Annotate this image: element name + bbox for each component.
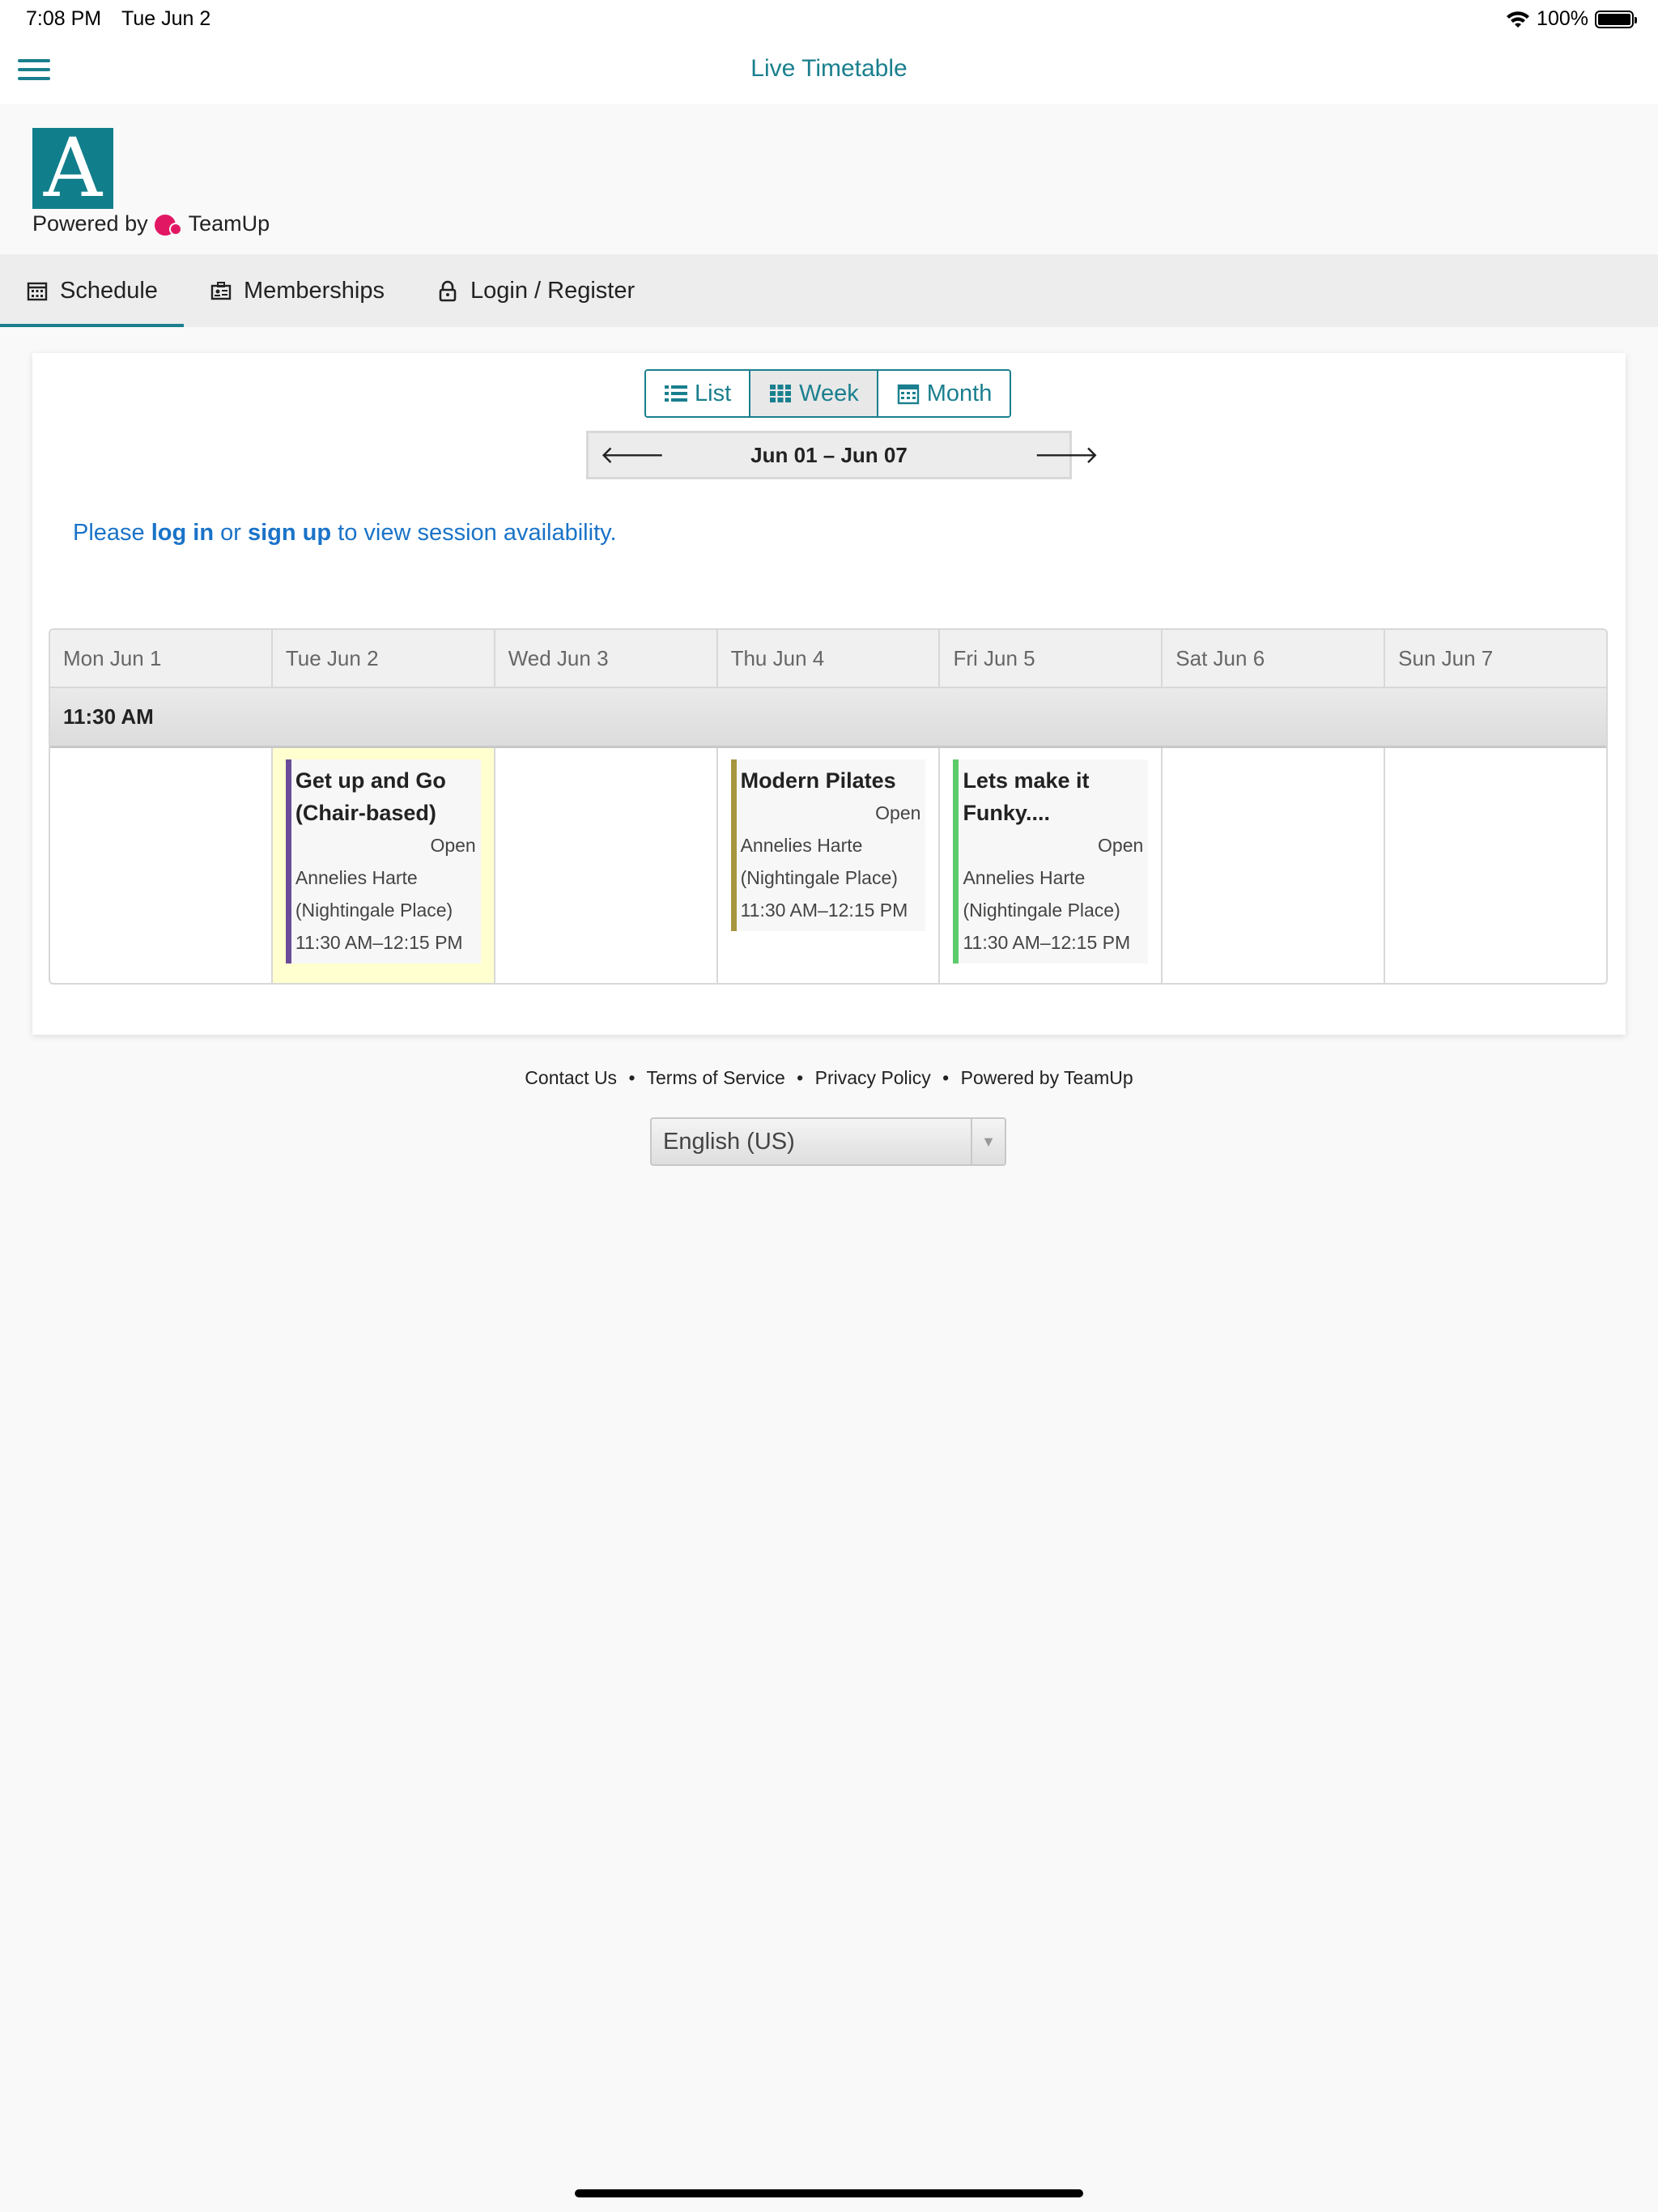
time-slot-row: Get up and Go (Chair-based) Open Annelie… xyxy=(50,748,1606,983)
status-date: Tue Jun 2 xyxy=(121,7,211,30)
session-card[interactable]: Modern Pilates Open Annelies Harte (Nigh… xyxy=(730,759,926,931)
view-switcher: List Week Month xyxy=(644,369,1012,418)
slot-wed xyxy=(495,748,718,983)
arrow-left-icon[interactable]: 🡐 xyxy=(600,440,665,470)
week-grid: Mon Jun 1 Tue Jun 2 Wed Jun 3 Thu Jun 4 … xyxy=(49,628,1608,985)
language-select-value: English (US) xyxy=(663,1128,795,1155)
brand-header: A Powered by TeamUp xyxy=(0,104,1658,254)
login-notice: Please log in or sign up to view session… xyxy=(73,520,617,547)
tab-schedule-label: Schedule xyxy=(60,277,158,304)
page-title: Live Timetable xyxy=(750,55,908,82)
status-time: 7:08 PM xyxy=(26,7,102,30)
day-header: Thu Jun 4 xyxy=(718,630,941,687)
session-card[interactable]: Get up and Go (Chair-based) Open Annelie… xyxy=(285,759,481,963)
session-status: Open xyxy=(1098,835,1144,856)
session-status: Open xyxy=(430,835,476,856)
powered-by-label: Powered by xyxy=(32,211,148,236)
session-instructor: Annelies Harte xyxy=(963,867,1086,888)
status-right: 100% xyxy=(1506,7,1637,31)
session-instructor: Annelies Harte xyxy=(295,867,418,888)
view-week-label: Week xyxy=(799,380,859,406)
slot-sun xyxy=(1385,748,1606,983)
home-indicator[interactable] xyxy=(575,2189,1083,2197)
session-location: (Nightingale Place) xyxy=(740,867,898,888)
footer-separator: • xyxy=(628,1067,636,1088)
wifi-icon xyxy=(1507,11,1530,28)
day-header: Sun Jun 7 xyxy=(1398,645,1494,670)
session-title: Modern Pilates xyxy=(740,768,896,793)
session-title: Get up and Go xyxy=(295,768,446,793)
footer-link-terms[interactable]: Terms of Service xyxy=(647,1067,785,1088)
view-list-label: List xyxy=(695,380,732,406)
calendar-icon xyxy=(897,384,919,405)
session-location: (Nightingale Place) xyxy=(295,900,453,921)
session-card[interactable]: Lets make it Funky.... Open Annelies Har… xyxy=(953,759,1149,963)
slot-mon xyxy=(50,748,273,983)
day-header: Sat Jun 6 xyxy=(1163,630,1386,687)
signup-link[interactable]: sign up xyxy=(248,520,331,546)
view-month-button[interactable]: Month xyxy=(878,371,1010,416)
tab-memberships-label: Memberships xyxy=(243,277,385,304)
calendar-icon xyxy=(27,282,48,301)
footer-link-privacy[interactable]: Privacy Policy xyxy=(815,1067,931,1088)
notice-pre: Please xyxy=(73,520,151,546)
slot-tue: Get up and Go (Chair-based) Open Annelie… xyxy=(272,748,495,983)
session-color-bar xyxy=(730,759,737,931)
tab-login-register-label: Login / Register xyxy=(470,277,636,304)
footer-separator: • xyxy=(797,1067,804,1088)
session-instructor: Annelies Harte xyxy=(740,835,863,856)
footer-separator: • xyxy=(942,1067,950,1088)
id-card-icon xyxy=(210,282,232,300)
session-color-bar xyxy=(953,759,959,963)
language-select[interactable]: English (US) ▼ xyxy=(650,1117,1006,1166)
session-color-bar xyxy=(285,759,291,963)
day-header: Mon Jun 1 xyxy=(50,630,273,687)
tab-memberships[interactable]: Memberships xyxy=(184,254,410,327)
slot-sat xyxy=(1163,748,1386,983)
session-time: 11:30 AM–12:15 PM xyxy=(963,932,1131,953)
footer-link-contact[interactable]: Contact Us xyxy=(525,1067,617,1088)
login-link[interactable]: log in xyxy=(151,520,214,546)
battery-icon xyxy=(1595,10,1637,28)
session-time: 11:30 AM–12:15 PM xyxy=(295,932,463,953)
logo: A xyxy=(32,128,113,209)
nav-bar: Live Timetable xyxy=(0,39,1658,104)
notice-post: to view session availability. xyxy=(331,520,617,546)
list-icon xyxy=(665,385,687,402)
session-location: (Nightingale Place) xyxy=(963,900,1120,921)
arrow-right-icon[interactable]: 🡒 xyxy=(1034,440,1099,470)
slot-fri: Lets make it Funky.... Open Annelies Har… xyxy=(940,748,1163,983)
date-range-label: Jun 01 – Jun 07 xyxy=(750,442,908,467)
notice-mid: or xyxy=(214,520,248,546)
grid-icon xyxy=(770,385,792,402)
view-list-button[interactable]: List xyxy=(646,371,751,416)
teamup-logo-icon xyxy=(154,213,182,236)
slot-thu: Modern Pilates Open Annelies Harte (Nigh… xyxy=(718,748,941,983)
view-week-button[interactable]: Week xyxy=(750,371,878,416)
session-title: Funky.... xyxy=(963,801,1050,825)
footer-link-powered[interactable]: Powered by TeamUp xyxy=(961,1067,1133,1088)
session-title: (Chair-based) xyxy=(295,801,436,825)
status-bar: 7:08 PM Tue Jun 2 100% xyxy=(0,0,1658,39)
tab-schedule[interactable]: Schedule xyxy=(0,254,184,327)
session-time: 11:30 AM–12:15 PM xyxy=(740,900,908,921)
session-status: Open xyxy=(875,802,921,823)
day-header: Tue Jun 2 xyxy=(273,630,495,687)
lock-icon xyxy=(439,280,457,302)
chevron-down-icon: ▼ xyxy=(971,1119,1005,1164)
view-month-label: Month xyxy=(926,380,993,406)
session-title: Lets make it xyxy=(963,768,1090,793)
time-slot-header: 11:30 AM xyxy=(50,688,1606,748)
day-header: Fri Jun 5 xyxy=(940,630,1163,687)
tab-login-register[interactable]: Login / Register xyxy=(410,254,661,327)
day-header: Wed Jun 3 xyxy=(495,630,718,687)
footer-links: Contact Us • Terms of Service • Privacy … xyxy=(0,1067,1658,1089)
date-range-nav: 🡐 Jun 01 – Jun 07 🡒 xyxy=(586,431,1099,479)
day-header-row: Mon Jun 1 Tue Jun 2 Wed Jun 3 Thu Jun 4 … xyxy=(50,630,1606,688)
powered-by: Powered by TeamUp xyxy=(32,211,270,236)
battery-percent: 100% xyxy=(1537,7,1588,30)
teamup-label: TeamUp xyxy=(188,211,270,236)
schedule-card: List Week Month 🡐 Jun 01 – Jun 07 🡒 Plea… xyxy=(32,353,1626,1035)
main-tabs: Schedule Memberships Login / Register xyxy=(0,254,1658,327)
